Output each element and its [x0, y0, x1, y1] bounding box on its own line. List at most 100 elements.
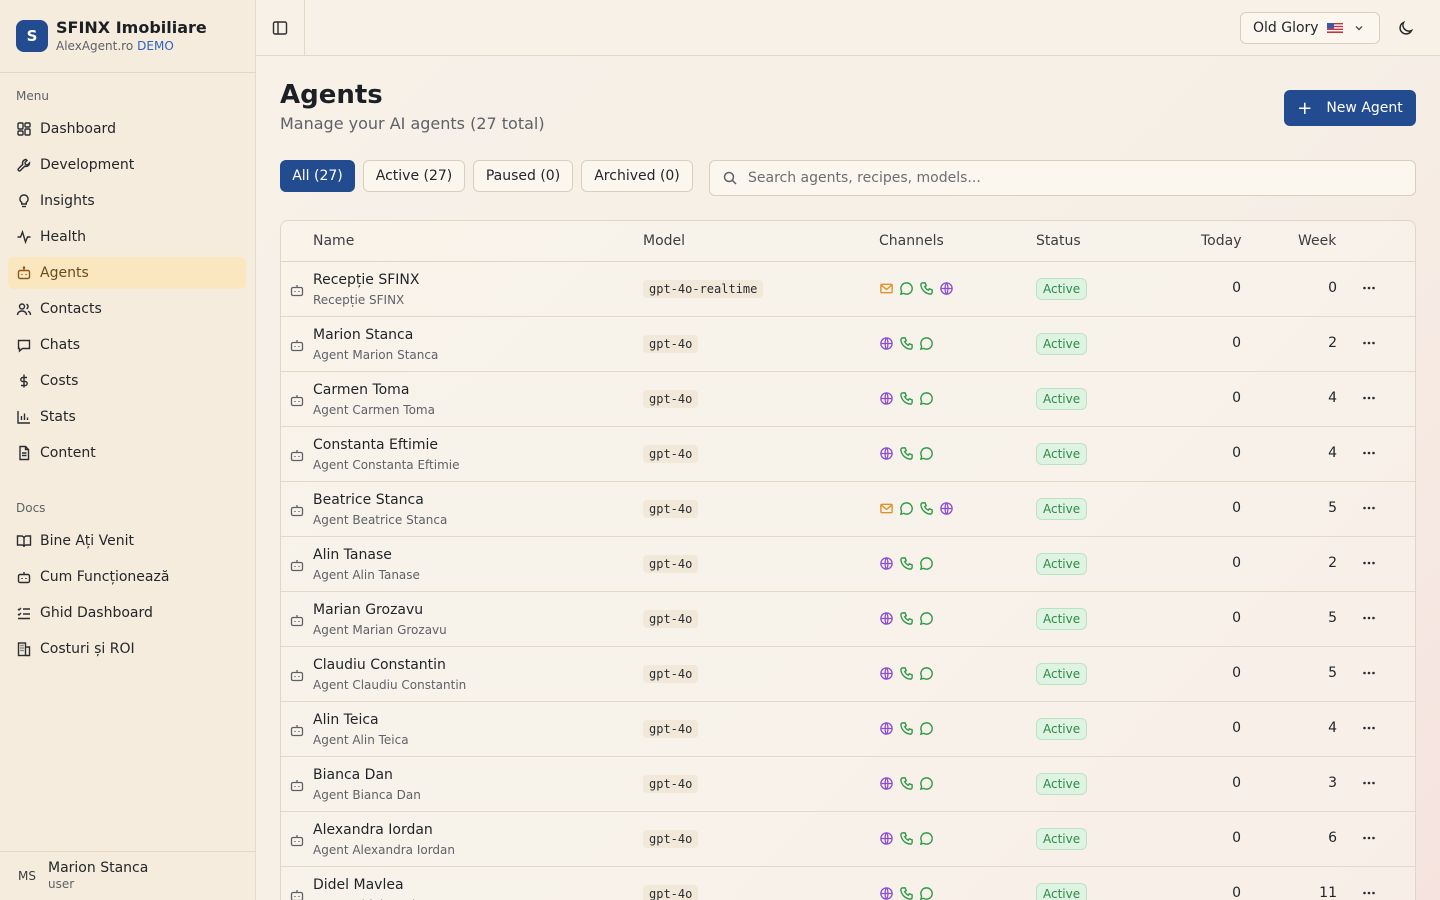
row-actions-button[interactable] [1359, 608, 1379, 628]
column-header-model[interactable]: Model [643, 233, 685, 249]
agent-name[interactable]: Alexandra Iordan [313, 822, 433, 838]
row-actions-button[interactable] [1359, 828, 1379, 848]
new-agent-button[interactable]: + New Agent [1284, 90, 1416, 126]
agent-name[interactable]: Recepție SFINX [313, 272, 419, 288]
today-count: 0 [1232, 555, 1241, 571]
table-row[interactable]: Carmen Toma Agent Carmen Toma gpt-4o Active… [281, 372, 1415, 427]
sidebar-item-agents[interactable]: Agents [8, 257, 246, 289]
dark-mode-toggle[interactable] [1396, 18, 1416, 38]
more-horizontal-icon [1363, 671, 1375, 675]
sidebar-item-development[interactable]: Development [8, 149, 246, 181]
table-row[interactable]: Marion Stanca Agent Marion Stanca gpt-4o Ac… [281, 317, 1415, 372]
whatsapp-icon [899, 502, 913, 516]
sidebar-item-stats[interactable]: Stats [8, 401, 246, 433]
whatsapp-icon [899, 282, 913, 296]
bot-icon [290, 285, 304, 297]
sidebar-item-contacts[interactable]: Contacts [8, 293, 246, 325]
bot-icon [290, 835, 304, 847]
agents-table: Name Model Channels Status Today Week Re… [280, 220, 1416, 900]
sidebar-item-label: Content [40, 445, 96, 461]
sidebar-item-welcome[interactable]: Bine Ați Venit [8, 525, 246, 557]
table-row[interactable]: Beatrice Stanca Agent Beatrice Stanca gpt-… [281, 482, 1415, 537]
channel-icons [879, 281, 959, 296]
table-row[interactable]: Didel MavleaAgent Didel Mavleagpt-4oActi… [281, 867, 1415, 900]
agent-description: Agent Marion Stanca [313, 348, 439, 362]
column-header-channels[interactable]: Channels [879, 233, 944, 249]
agent-name[interactable]: Beatrice Stanca [313, 492, 424, 508]
user-name: Marion Stanca [48, 859, 149, 876]
agent-name[interactable]: Alin Tanase [313, 547, 392, 563]
agent-name[interactable]: Didel Mavlea [313, 877, 404, 893]
filter-active[interactable]: Active (27) [363, 160, 465, 192]
status-badge: Active [1036, 828, 1088, 850]
row-actions-button[interactable] [1359, 388, 1379, 408]
agent-description: Agent Claudiu Constantin [313, 678, 467, 692]
main-content: Agents Manage your AI agents (27 total) … [256, 56, 1440, 900]
agent-name[interactable]: Bianca Dan [313, 767, 393, 783]
table-row[interactable]: Bianca Dan Agent Bianca Dan gpt-4o Active 0 3 [281, 757, 1415, 812]
channel-icons [879, 886, 939, 900]
sidebar-item-health[interactable]: Health [8, 221, 246, 253]
search-input[interactable] [748, 170, 1388, 186]
agent-name[interactable]: Constanta Eftimie [313, 437, 438, 453]
more-horizontal-icon [1363, 726, 1375, 730]
phone-icon [900, 667, 913, 680]
channel-icons [879, 501, 959, 516]
column-header-status[interactable]: Status [1036, 233, 1081, 249]
bot-icon [17, 572, 31, 584]
channel-icons [879, 666, 939, 681]
sidebar-item-insights[interactable]: Insights [8, 185, 246, 217]
sidebar-item-label: Cum Funcționează [40, 569, 170, 585]
row-actions-button[interactable] [1359, 278, 1379, 298]
sidebar-item-label: Contacts [40, 301, 102, 317]
list-icon [17, 607, 30, 620]
agent-name[interactable]: Marion Stanca [313, 327, 413, 343]
sidebar-item-costs[interactable]: Costs [8, 365, 246, 397]
column-header-today[interactable]: Today [1201, 233, 1242, 249]
sidebar-item-chats[interactable]: Chats [8, 329, 246, 361]
brand[interactable]: S SFINX Imobiliare AlexAgent.ro DEMO [16, 16, 207, 56]
row-actions-button[interactable] [1359, 773, 1379, 793]
user-menu[interactable]: MS Marion Stanca user [0, 851, 256, 900]
row-actions-button[interactable] [1359, 718, 1379, 738]
column-header-week[interactable]: Week [1298, 233, 1336, 249]
table-row[interactable]: Constanta Eftimie Agent Constanta Eftimie… [281, 427, 1415, 482]
channel-icons [879, 831, 939, 846]
agent-name[interactable]: Alin Teica [313, 712, 379, 728]
filter-archived[interactable]: Archived (0) [581, 160, 693, 192]
model-badge: gpt-4o [643, 555, 699, 573]
agent-name[interactable]: Claudiu Constantin [313, 657, 446, 673]
sidebar-item-costs-roi[interactable]: Costuri și ROI [8, 633, 246, 665]
whatsapp-icon [919, 337, 933, 351]
table-row[interactable]: Claudiu Constantin Agent Claudiu Constant… [281, 647, 1415, 702]
globe-icon [880, 722, 893, 735]
whatsapp-icon [919, 392, 933, 406]
sidebar-item-how-it-works[interactable]: Cum Funcționează [8, 561, 246, 593]
sidebar-item-content[interactable]: Content [8, 437, 246, 469]
filter-paused[interactable]: Paused (0) [473, 160, 573, 192]
channel-icons [879, 721, 939, 736]
column-header-name[interactable]: Name [313, 233, 354, 249]
row-actions-button[interactable] [1359, 443, 1379, 463]
row-actions-button[interactable] [1359, 663, 1379, 683]
agent-name[interactable]: Carmen Toma [313, 382, 409, 398]
sidebar-item-dashboard-guide[interactable]: Ghid Dashboard [8, 597, 246, 629]
row-actions-button[interactable] [1359, 498, 1379, 518]
search-box[interactable] [709, 160, 1416, 196]
row-actions-button[interactable] [1359, 333, 1379, 353]
sidebar-item-dashboard[interactable]: Dashboard [8, 113, 246, 145]
row-actions-button[interactable] [1359, 553, 1379, 573]
table-row[interactable]: Recepție SFINX Recepție SFINX gpt-4o-realt… [281, 262, 1415, 317]
theme-select[interactable]: Old Glory [1240, 12, 1380, 44]
globe-icon [940, 502, 953, 515]
table-row[interactable]: Marian Grozavu Agent Marian Grozavu gpt-4o… [281, 592, 1415, 647]
table-row[interactable]: Alexandra Iordan Agent Alexandra Iordan gp… [281, 812, 1415, 867]
sidebar-toggle-button[interactable] [256, 0, 305, 56]
table-row[interactable]: Alin Teica Agent Alin Teica gpt-4o Active 0 4 [281, 702, 1415, 757]
agent-name[interactable]: Marian Grozavu [313, 602, 423, 618]
bot-icon [290, 780, 304, 792]
filter-all[interactable]: All (27) [280, 160, 355, 192]
row-actions-button[interactable] [1359, 883, 1379, 900]
table-row[interactable]: Alin Tanase Agent Alin Tanase gpt-4o Active… [281, 537, 1415, 592]
whatsapp-icon [919, 722, 933, 736]
